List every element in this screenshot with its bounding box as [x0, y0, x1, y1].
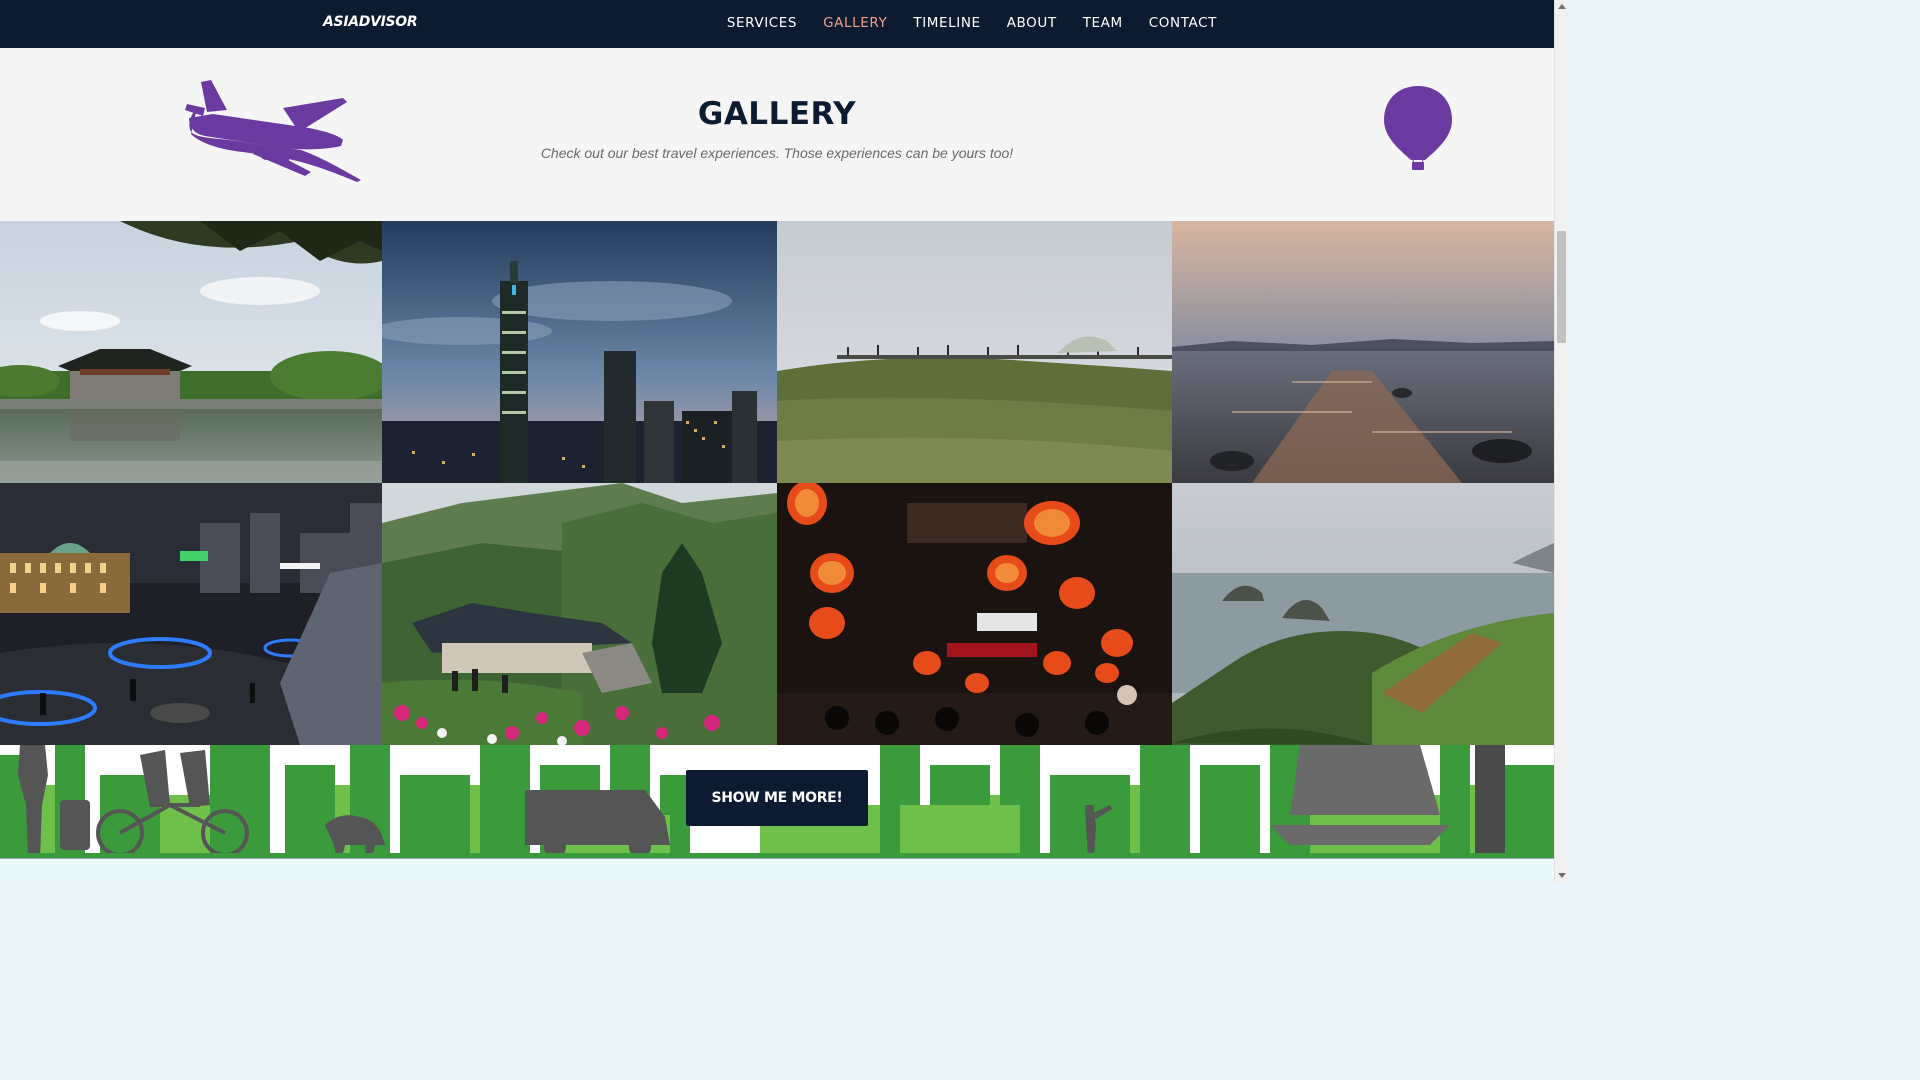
gallery-photo-6[interactable] [382, 483, 777, 745]
scroll-thumb[interactable] [1557, 231, 1566, 343]
nav-item-services[interactable]: SERVICES [727, 15, 797, 31]
page-content: ASIADVISOR SERVICES GALLERY TIMELINE ABO… [0, 0, 1554, 882]
scroll-down-arrow-icon[interactable] [1558, 873, 1566, 878]
gallery-photo-1[interactable] [0, 221, 382, 483]
nav-item-contact[interactable]: CONTACT [1149, 15, 1217, 31]
navbar: ASIADVISOR SERVICES GALLERY TIMELINE ABO… [0, 0, 1554, 48]
next-section-edge [0, 858, 1554, 882]
brand-logo[interactable]: ASIADVISOR [323, 14, 418, 30]
nav-item-timeline[interactable]: TIMELINE [913, 15, 980, 31]
nav-item-about[interactable]: ABOUT [1007, 15, 1057, 31]
gallery-photo-8[interactable] [1172, 483, 1554, 745]
nav-item-team[interactable]: TEAM [1083, 15, 1123, 31]
scroll-up-arrow-icon[interactable] [1558, 4, 1566, 9]
gallery-photo-4[interactable] [1172, 221, 1554, 483]
gallery-photo-5[interactable] [0, 483, 382, 745]
scrollbar[interactable] [1554, 0, 1568, 882]
show-me-more-button[interactable]: SHOW ME MORE! [686, 770, 868, 826]
gallery-photo-3[interactable] [777, 221, 1172, 483]
page: ASIADVISOR SERVICES GALLERY TIMELINE ABO… [0, 0, 1568, 882]
gallery-photo-7[interactable] [777, 483, 1172, 745]
section-title: GALLERY [697, 96, 857, 132]
gallery-photo-2[interactable] [382, 221, 777, 483]
nav-menu: SERVICES GALLERY TIMELINE ABOUT TEAM CON… [727, 15, 1217, 31]
hot-air-balloon-icon [1384, 86, 1452, 170]
section-subtitle: Check out our best travel experiences. T… [540, 145, 1014, 161]
nav-item-gallery[interactable]: GALLERY [823, 15, 887, 31]
